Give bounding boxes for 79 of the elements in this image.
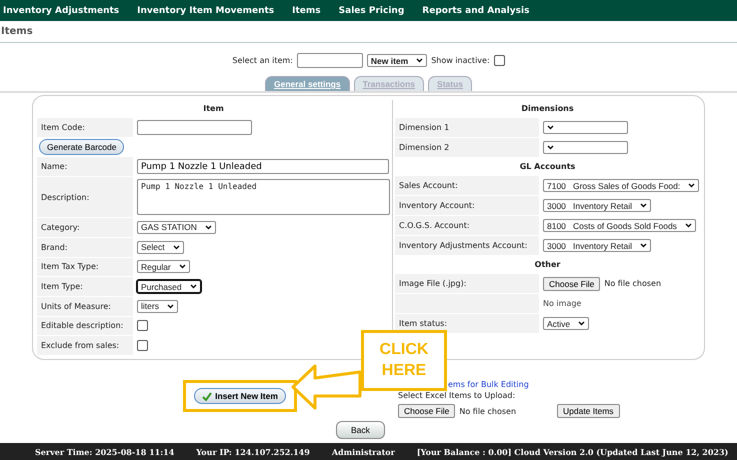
chevron-down-icon: [416, 58, 424, 63]
chevron-down-icon: [578, 321, 586, 326]
field-label: Dimension 1: [395, 118, 539, 137]
status-text: Your IP: 124.107.252.149: [196, 446, 310, 456]
dropdown[interactable]: [543, 121, 628, 134]
dropdown[interactable]: Select: [137, 240, 184, 254]
chevron-down-icon: [166, 304, 174, 309]
chevron-down-icon: [190, 284, 197, 290]
chevron-down-icon: [640, 243, 648, 248]
status-text: Administrator: [332, 446, 395, 456]
menu-link[interactable]: Sales Pricing: [338, 6, 404, 16]
choose-file-button[interactable]: Choose File: [543, 276, 600, 290]
dropdown[interactable]: Regular: [137, 260, 190, 274]
field-label: Item Type:: [37, 277, 133, 296]
dropdown[interactable]: 3000 Inventory Retail: [543, 199, 652, 212]
text-field[interactable]: [137, 120, 252, 135]
field-label: Item Code:: [37, 118, 133, 137]
menu-link[interactable]: Inventory Adjustments: [3, 6, 120, 16]
callout-text: CLICK HERE: [378, 340, 430, 380]
checkbox[interactable]: [137, 320, 148, 332]
field-label: Dimension 2: [395, 138, 539, 157]
chevron-down-icon: [547, 145, 554, 150]
field-label: Editable description:: [37, 316, 133, 336]
status-text: [Your Balance : 0.00] Cloud Version 2.0 (Updated Last June 12, 2023): [416, 446, 728, 456]
section-title: Other: [534, 259, 562, 271]
field-label: C.O.G.S. Account:: [395, 216, 539, 235]
generate-barcode-button[interactable]: Generate Barcode: [39, 139, 124, 156]
menu-link[interactable]: Reports and Analysis: [422, 6, 530, 16]
checkmark-icon: [202, 392, 212, 400]
field-label: Item Tax Type:: [37, 258, 133, 276]
item-dropdown[interactable]: New item: [366, 54, 428, 67]
menu-link[interactable]: Inventory Item Movements: [137, 6, 274, 16]
chevron-down-icon: [204, 224, 212, 230]
chevron-down-icon: [640, 203, 648, 208]
field-label: Units of Measure:: [37, 296, 133, 316]
section-title: Item: [202, 103, 225, 115]
chevron-down-icon: [688, 183, 696, 188]
field-label: Select an item:: [232, 56, 293, 65]
update-items-button[interactable]: Update Items: [557, 404, 620, 418]
dropdown[interactable]: 7100 Gross Sales of Goods Food:: [543, 179, 700, 192]
field-label: Inventory Account:: [395, 196, 539, 215]
field-label: Sales Account:: [395, 176, 539, 195]
dropdown[interactable]: Purchased: [137, 280, 201, 294]
file-status: No file chosen: [459, 406, 516, 416]
text-area[interactable]: Pump 1 Nozzle 1 Unleaded: [137, 179, 390, 216]
chevron-down-icon: [547, 125, 554, 130]
item-field[interactable]: [296, 53, 363, 68]
dropdown[interactable]: [543, 141, 628, 154]
page-title: Items: [0, 21, 737, 43]
text-field[interactable]: Pump 1 Nozzle 1 Unleaded: [137, 159, 389, 174]
chevron-down-icon: [684, 223, 692, 228]
status-text: Server Time: 2025-08-18 11:14: [35, 446, 174, 456]
choose-file-button[interactable]: Choose File: [398, 404, 456, 418]
image-status: No image: [543, 299, 582, 308]
field-label: Show inactive:: [431, 56, 490, 65]
upload-label: Select Excel Items to Upload:: [398, 391, 516, 400]
back-button[interactable]: Back: [336, 421, 385, 439]
chevron-down-icon: [178, 264, 186, 270]
field-label: Description:: [37, 177, 133, 218]
chevron-down-icon: [172, 244, 180, 250]
insert-new-item-button[interactable]: Insert New Item: [194, 388, 286, 404]
field-label: Item status:: [395, 314, 539, 333]
field-label: Brand:: [37, 238, 133, 257]
field-label: Exclude from sales:: [37, 336, 133, 356]
dropdown[interactable]: GAS STATION: [137, 220, 216, 234]
dropdown[interactable]: Active: [543, 317, 590, 330]
checkbox[interactable]: [137, 340, 148, 352]
file-status: No file chosen: [604, 279, 662, 288]
dropdown[interactable]: 3000 Inventory Retail: [543, 239, 652, 252]
dropdown[interactable]: liters: [137, 300, 178, 313]
dropdown[interactable]: 8100 Costs of Goods Sold Foods: [543, 219, 696, 232]
field-label: Inventory Adjustments Account:: [395, 236, 539, 255]
field-label: Image File (.jpg):: [395, 274, 539, 293]
section-title: GL Accounts: [518, 161, 576, 173]
field-label: Category:: [37, 218, 133, 237]
field-label: Name:: [37, 157, 133, 176]
bulk-editing-link[interactable]: ems for Bulk Editing: [448, 380, 529, 389]
section-title: Dimensions: [520, 103, 575, 115]
menu-link[interactable]: Items: [292, 6, 321, 16]
